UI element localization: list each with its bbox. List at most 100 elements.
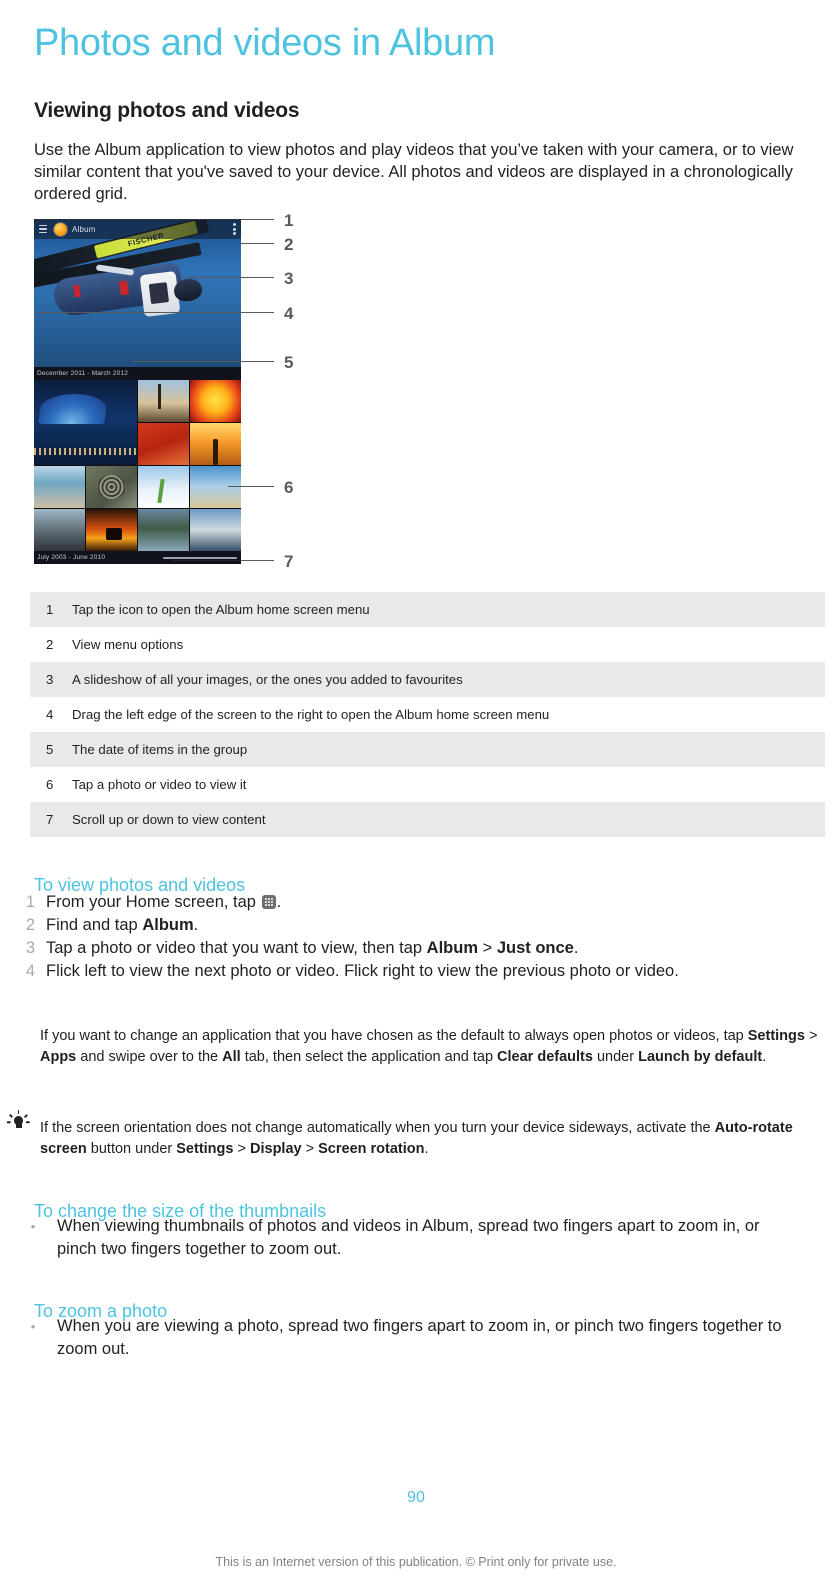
overflow-menu-icon[interactable] xyxy=(233,222,236,236)
legend-number: 2 xyxy=(46,637,54,652)
list-item: 2 Find and tap Album. xyxy=(20,914,810,937)
tip-note-text: If the screen orientation does not chang… xyxy=(40,1120,793,1157)
callout-leader-3 xyxy=(182,277,274,278)
table-row: 2 View menu options xyxy=(30,627,825,662)
album-logo-icon xyxy=(54,222,67,236)
date-band-bottom-label: July 2003 - June 2010 xyxy=(37,554,106,561)
thumbnail-tile[interactable] xyxy=(138,466,189,508)
scrollbar[interactable] xyxy=(163,556,237,559)
callout-leader-4 xyxy=(36,312,274,313)
callout-number-5: 5 xyxy=(284,353,294,372)
procedure-steps-view-photos: 1 From your Home screen, tap . 2 Find an… xyxy=(20,891,810,983)
legend-text: Drag the left edge of the screen to the … xyxy=(72,707,550,722)
step-number: 3 xyxy=(25,939,35,957)
exclamation-icon xyxy=(6,1026,40,1068)
bullet-text: When viewing thumbnails of photos and vi… xyxy=(57,1217,760,1258)
album-app-bar[interactable]: Album xyxy=(34,219,241,239)
slideshow-hero-image: FISCHER xyxy=(34,219,241,367)
thumbnail-tile[interactable] xyxy=(190,380,241,422)
thumbnail-tile[interactable] xyxy=(86,509,137,551)
ui-label-just-once: Just once xyxy=(496,939,574,957)
callout-leader-6 xyxy=(228,486,274,487)
intro-paragraph: Use the Album application to view photos… xyxy=(34,140,794,203)
document-page: Photos and videos in Album Viewing photo… xyxy=(0,0,832,1587)
legend-number: 7 xyxy=(46,812,54,827)
table-row: 3 A slideshow of all your images, or the… xyxy=(30,662,825,697)
callout-leader-5 xyxy=(132,361,274,362)
legend-text: Tap the icon to open the Album home scre… xyxy=(72,602,370,617)
tip-note: If the screen orientation does not chang… xyxy=(6,1108,826,1160)
list-item: • When you are viewing a photo, spread t… xyxy=(20,1315,810,1361)
step-number: 4 xyxy=(25,962,35,980)
date-band-top: December 2011 - March 2012 xyxy=(34,367,241,380)
legend-number: 4 xyxy=(46,707,54,722)
date-band-bottom: July 2003 - June 2010 xyxy=(34,551,241,564)
legend-text: View menu options xyxy=(72,637,184,652)
ui-label-apps: Apps xyxy=(40,1049,77,1065)
legend-text: A slideshow of all your images, or the o… xyxy=(72,672,463,687)
bullet-marker: • xyxy=(30,1219,36,1234)
ui-label-settings: Settings xyxy=(747,1028,805,1044)
thumbnail-tile[interactable] xyxy=(190,423,241,465)
warning-note: If you want to change an application tha… xyxy=(6,1026,826,1068)
album-app-name: Album xyxy=(72,224,96,234)
table-row: 6 Tap a photo or video to view it xyxy=(30,767,825,802)
step-number: 2 xyxy=(25,916,35,934)
ui-label-settings: Settings xyxy=(176,1141,234,1157)
bullet-text: When you are viewing a photo, spread two… xyxy=(57,1317,782,1358)
bullet-marker: • xyxy=(30,1319,36,1334)
album-figure: FISCHER Album December 2011 - March 2012 xyxy=(34,205,294,570)
legend-text: Scroll up or down to view content xyxy=(72,812,266,827)
legend-text: Tap a photo or video to view it xyxy=(72,777,247,792)
callout-number-3: 3 xyxy=(284,269,294,288)
legend-text: The date of items in the group xyxy=(72,742,248,757)
ui-label-all: All xyxy=(222,1049,241,1065)
section-heading: Viewing photos and videos xyxy=(34,99,300,123)
page-number: 90 xyxy=(407,1489,425,1506)
list-item: 1 From your Home screen, tap . xyxy=(20,891,810,914)
apps-grid-icon xyxy=(261,895,276,909)
step-text: Flick left to view the next photo or vid… xyxy=(46,962,679,980)
ui-label-screen-rotation: Screen rotation xyxy=(318,1141,425,1157)
lightbulb-icon xyxy=(6,1108,40,1160)
thumbnail-tile[interactable] xyxy=(138,423,189,465)
step-number: 1 xyxy=(25,893,35,911)
callout-leader-2 xyxy=(240,243,274,244)
legend-number: 5 xyxy=(46,742,54,757)
step-text: From your Home screen, tap . xyxy=(46,893,282,911)
list-item: 4 Flick left to view the next photo or v… xyxy=(20,960,810,983)
callout-legend-table: 1 Tap the icon to open the Album home sc… xyxy=(30,592,825,837)
hamburger-menu-icon[interactable] xyxy=(39,225,47,233)
thumbnail-tile[interactable] xyxy=(34,509,85,551)
thumbnail-tile[interactable] xyxy=(34,380,137,465)
ui-label-display: Display xyxy=(250,1141,302,1157)
table-row: 4 Drag the left edge of the screen to th… xyxy=(30,697,825,732)
callout-number-4: 4 xyxy=(284,304,294,323)
table-row: 7 Scroll up or down to view content xyxy=(30,802,825,837)
list-item: 3 Tap a photo or video that you want to … xyxy=(20,937,810,960)
thumbnail-tile[interactable] xyxy=(190,509,241,551)
page-title: Photos and videos in Album xyxy=(34,22,496,65)
callout-number-2: 2 xyxy=(284,235,294,254)
procedure-steps-thumbnail-size: • When viewing thumbnails of photos and … xyxy=(20,1215,790,1261)
legend-number: 6 xyxy=(46,777,54,792)
legend-number: 3 xyxy=(46,672,54,687)
album-screenshot: FISCHER Album December 2011 - March 2012 xyxy=(34,219,241,564)
legend-number: 1 xyxy=(46,602,54,617)
thumbnail-tile[interactable] xyxy=(34,466,85,508)
callout-number-6: 6 xyxy=(284,478,294,497)
thumbnail-tile[interactable] xyxy=(190,466,241,508)
step-text: Tap a photo or video that you want to vi… xyxy=(46,939,579,957)
callout-number-1: 1 xyxy=(284,211,294,230)
step-text: Find and tap Album. xyxy=(46,916,199,934)
warning-note-text: If you want to change an application tha… xyxy=(40,1028,818,1065)
thumbnail-grid[interactable] xyxy=(34,380,241,551)
ui-label-album: Album xyxy=(426,939,479,957)
thumbnail-tile[interactable] xyxy=(138,380,189,422)
thumbnail-tile[interactable] xyxy=(138,509,189,551)
table-row: 5 The date of items in the group xyxy=(30,732,825,767)
thumbnail-tile[interactable] xyxy=(86,466,137,508)
table-row: 1 Tap the icon to open the Album home sc… xyxy=(30,592,825,627)
callout-number-7: 7 xyxy=(284,552,294,571)
ui-label-album: Album xyxy=(142,916,194,934)
